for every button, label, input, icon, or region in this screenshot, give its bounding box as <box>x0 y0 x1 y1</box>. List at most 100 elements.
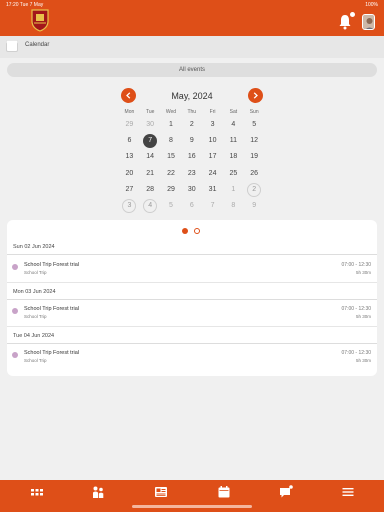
calendar-day[interactable]: 23 <box>185 167 199 181</box>
calendar-day[interactable]: 13 <box>122 150 136 164</box>
event-time: 07:00 - 12:30 <box>341 262 371 268</box>
calendar-day-has-event[interactable]: 4 <box>143 198 158 213</box>
menu-icon[interactable] <box>341 485 355 499</box>
calendar-day[interactable]: 3 <box>206 118 220 132</box>
event-category: School Trip <box>24 270 47 275</box>
home-indicator <box>132 505 252 508</box>
calendar-day[interactable]: 27 <box>122 183 136 197</box>
event-category-dot <box>12 308 18 314</box>
agenda-date-header: Tue 04 Jun 2024 <box>7 328 377 344</box>
calendar-day[interactable]: 28 <box>143 183 157 197</box>
calendar-day[interactable]: 2 <box>185 118 199 132</box>
weekday-label: Thu <box>187 109 197 115</box>
calendar-day[interactable]: 19 <box>247 150 261 164</box>
calendar-week: 29 30 1 2 3 4 5 <box>119 117 265 133</box>
calendar-day[interactable]: 10 <box>206 134 220 148</box>
school-logo[interactable] <box>30 8 50 32</box>
weekday-label: Sun <box>249 109 259 115</box>
calendar-day[interactable]: 11 <box>226 134 240 148</box>
event-duration: 5h 30m <box>355 270 371 275</box>
calendar-day[interactable]: 14 <box>143 150 157 164</box>
calendar-day[interactable]: 8 <box>164 134 178 148</box>
calendar-day[interactable]: 18 <box>226 150 240 164</box>
event-filter-select[interactable]: All events <box>7 63 377 77</box>
calendar-day[interactable]: 30 <box>185 183 199 197</box>
agenda-event-row[interactable]: School Trip Forest trial School Trip 07:… <box>7 301 377 327</box>
people-icon[interactable] <box>91 485 105 499</box>
calendar-week: 6 7 8 9 10 11 12 <box>119 133 265 149</box>
weekday-label: Tue <box>145 109 155 115</box>
chevron-right-icon <box>253 92 258 99</box>
weekday-label: Fri <box>209 109 216 115</box>
chevron-left-icon <box>126 92 131 99</box>
event-time: 07:00 - 12:30 <box>341 350 371 356</box>
calendar-day[interactable]: 6 <box>185 199 199 213</box>
calendar-week: 27 28 29 30 31 1 2 <box>119 182 265 198</box>
calendar-day[interactable]: 26 <box>247 167 261 181</box>
agenda-date-header: Mon 03 Jun 2024 <box>7 284 377 300</box>
event-time: 07:00 - 12:30 <box>341 306 371 312</box>
month-label: May, 2024 <box>171 91 213 101</box>
calendar-grid: Mon Tue Wed Thu Fri Sat Sun 29 30 1 2 3 … <box>119 107 265 214</box>
calendar-week: 3 4 5 6 7 8 9 <box>119 198 265 214</box>
calendar-day-selected[interactable]: 7 <box>143 134 158 149</box>
calendar-day[interactable]: 1 <box>164 118 178 132</box>
calendar-day[interactable]: 5 <box>164 199 178 213</box>
calendar-day[interactable]: 25 <box>226 167 240 181</box>
calendar-day[interactable]: 6 <box>122 134 136 148</box>
weekday-header: Mon Tue Wed Thu Fri Sat Sun <box>119 107 265 117</box>
calendar-day[interactable]: 20 <box>122 167 136 181</box>
calendar-day[interactable]: 17 <box>206 150 220 164</box>
event-category: School Trip <box>24 314 47 319</box>
chat-icon[interactable] <box>279 485 293 499</box>
news-icon[interactable] <box>154 485 168 499</box>
calendar-day[interactable]: 7 <box>206 199 220 213</box>
page-dot[interactable] <box>194 228 200 234</box>
weekday-label: Mon <box>124 109 135 115</box>
page-dot-active[interactable] <box>182 228 188 234</box>
event-duration: 5h 30m <box>355 314 371 319</box>
calendar-day[interactable]: 15 <box>164 150 178 164</box>
calendar-day[interactable]: 24 <box>206 167 220 181</box>
calendar-day[interactable]: 30 <box>143 118 157 132</box>
calendar-day[interactable]: 8 <box>226 199 240 213</box>
calendar-day[interactable]: 22 <box>164 167 178 181</box>
agenda-date-header: Sun 02 Jun 2024 <box>7 239 377 255</box>
calendar-day[interactable]: 4 <box>226 118 240 132</box>
event-category-dot <box>12 264 18 270</box>
calendar-day-has-event[interactable]: 2 <box>247 182 262 197</box>
calendar-day[interactable]: 12 <box>247 134 261 148</box>
page-indicator <box>182 228 202 234</box>
calendar-day[interactable]: 9 <box>185 134 199 148</box>
weekday-label: Wed <box>165 109 177 115</box>
next-month-button[interactable] <box>248 88 263 103</box>
calendar-day[interactable]: 29 <box>164 183 178 197</box>
agenda-event-row[interactable]: School Trip Forest trial School Trip 07:… <box>7 345 377 371</box>
event-title: School Trip Forest trial <box>24 350 80 356</box>
event-title: School Trip Forest trial <box>24 262 80 268</box>
calendar-day[interactable]: 5 <box>247 118 261 132</box>
section-title: Calendar <box>25 42 50 48</box>
calendar-icon[interactable] <box>217 485 231 499</box>
calendar-day-has-event[interactable]: 3 <box>122 198 137 213</box>
agenda-event-row[interactable]: School Trip Forest trial School Trip 07:… <box>7 257 377 283</box>
previous-month-button[interactable] <box>121 88 136 103</box>
calendar-page-icon <box>6 39 18 52</box>
apps-grid-icon[interactable] <box>30 485 44 499</box>
event-duration: 5h 30m <box>355 358 371 363</box>
calendar-day[interactable]: 29 <box>122 118 136 132</box>
calendar-day[interactable]: 31 <box>206 183 220 197</box>
app-header <box>0 0 384 36</box>
status-battery: 100% <box>365 2 378 8</box>
weekday-label: Sat <box>229 109 238 115</box>
calendar-day[interactable]: 1 <box>226 183 240 197</box>
calendar-week: 20 21 22 23 24 25 26 <box>119 166 265 182</box>
calendar-day[interactable]: 16 <box>185 150 199 164</box>
user-avatar[interactable] <box>362 14 375 30</box>
notification-badge <box>350 12 355 17</box>
calendar-day[interactable]: 9 <box>247 199 261 213</box>
section-bar <box>0 36 384 58</box>
calendar-day[interactable]: 21 <box>143 167 157 181</box>
event-category: School Trip <box>24 358 47 363</box>
event-category-dot <box>12 352 18 358</box>
